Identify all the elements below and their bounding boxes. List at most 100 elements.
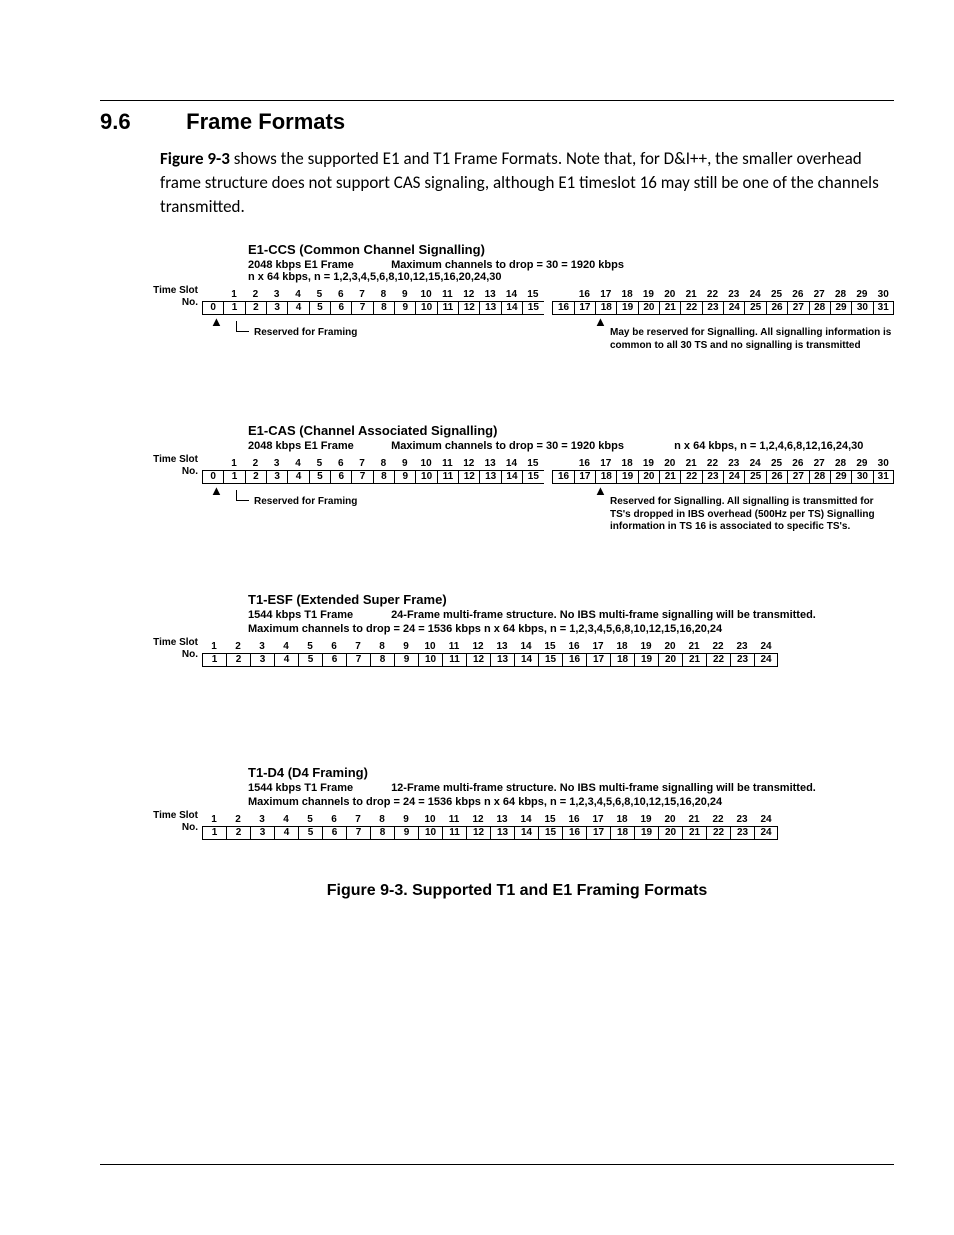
timeslot-box-number: 16 — [562, 826, 586, 840]
t1-d4-subline1: 1544 kbps T1 Frame 12-Frame multi-frame … — [248, 782, 894, 794]
e1-cas-block: E1-CAS (Channel Associated Signalling) 2… — [140, 423, 894, 550]
timeslot-box-number: 10 — [415, 470, 436, 484]
timeslot-box-number: 16 — [562, 653, 586, 667]
timeslot-box-number: 7 — [351, 301, 372, 315]
timeslot-top-number: 4 — [287, 289, 308, 301]
timeslot-top-number: 11 — [442, 641, 466, 653]
timeslot-cell: 0 — [202, 458, 223, 484]
e1-ccs-nvals: n x 64 kbps, n = 1,2,3,4,5,6,8,10,12,15,… — [248, 271, 501, 283]
timeslot-top-number: 24 — [744, 458, 765, 470]
timeslot-box-number: 21 — [659, 301, 680, 315]
t1-d4-block: T1-D4 (D4 Framing) 1544 kbps T1 Frame 12… — [140, 765, 894, 840]
timeslot-box-number: 16 — [552, 301, 573, 315]
axis-label: Time Slot No. — [140, 810, 198, 833]
timeslot-cell: 2829 — [830, 289, 851, 315]
timeslot-top-number: 5 — [309, 458, 330, 470]
timeslot-box-number: 6 — [322, 653, 346, 667]
timeslot-top-number: 16 — [562, 641, 586, 653]
timeslot-top-number: 1 — [202, 641, 226, 653]
timeslot-top-number: 26 — [787, 289, 808, 301]
timeslot-box-number: 3 — [266, 301, 287, 315]
timeslot-top-number: 27 — [809, 458, 830, 470]
timeslot-box-number: 18 — [610, 826, 634, 840]
timeslot-box-number: 3 — [250, 826, 274, 840]
timeslot-top-number: 5 — [309, 289, 330, 301]
timeslot-cell: 2526 — [766, 289, 787, 315]
timeslot-box-number: 13 — [479, 301, 500, 315]
timeslot-cell: 44 — [287, 458, 308, 484]
timeslot-box-number: 28 — [809, 301, 830, 315]
timeslot-cell: 1515 — [522, 289, 543, 315]
elbow-line — [236, 321, 249, 332]
timeslot-cell: 2223 — [702, 458, 723, 484]
timeslot-cell: 55 — [298, 814, 322, 840]
timeslot-top-number: 8 — [370, 641, 394, 653]
timeslot-cell: 66 — [330, 458, 351, 484]
slot-gap — [544, 460, 553, 484]
timeslot-cell: 99 — [394, 641, 418, 667]
timeslot-cell: 22 — [226, 814, 250, 840]
timeslot-box-number: 13 — [490, 826, 514, 840]
timeslot-cell: 2021 — [659, 289, 680, 315]
timeslot-top-number: 7 — [351, 289, 372, 301]
e1-ccs-block: E1-CCS (Common Channel Signalling) 2048 … — [140, 242, 894, 381]
timeslot-cell: 11 — [202, 814, 226, 840]
timeslot-cell: 22 — [245, 458, 266, 484]
timeslot-top-number: 22 — [706, 641, 730, 653]
timeslot-cell: 2627 — [787, 458, 808, 484]
timeslot-box-number: 20 — [638, 301, 659, 315]
timeslot-box-number: 6 — [330, 470, 351, 484]
timeslot-cell: 11 — [223, 458, 244, 484]
timeslot-box-number: 24 — [754, 826, 778, 840]
timeslot-cell: 1919 — [634, 641, 658, 667]
timeslot-top-number: 10 — [415, 458, 436, 470]
timeslot-top-number: 15 — [538, 641, 562, 653]
timeslot-box-number: 1 — [202, 826, 226, 840]
timeslot-box-number: 20 — [638, 470, 659, 484]
timeslot-top-number: 20 — [658, 641, 682, 653]
timeslot-cell: 2122 — [680, 458, 701, 484]
timeslot-box-number: 21 — [659, 470, 680, 484]
timeslot-top-number: 17 — [586, 641, 610, 653]
timeslot-cell: 1616 — [562, 641, 586, 667]
timeslot-top-number: 23 — [730, 641, 754, 653]
timeslot-top-number: 25 — [766, 289, 787, 301]
timeslot-cell: 88 — [373, 289, 394, 315]
axis-label: Time Slot No. — [140, 637, 198, 660]
timeslot-cell: 2829 — [830, 458, 851, 484]
timeslot-top-number: 8 — [370, 814, 394, 826]
timeslot-top-number: 16 — [574, 458, 595, 470]
timeslot-top-number: 20 — [659, 458, 680, 470]
timeslot-box-number: 18 — [595, 470, 616, 484]
timeslot-cell: 1818 — [610, 641, 634, 667]
timeslot-top-number: 15 — [522, 289, 543, 301]
timeslot-top-number: 19 — [634, 641, 658, 653]
intro-paragraph: Figure 9-3 shows the supported E1 and T1… — [160, 147, 894, 218]
t1-d4-rate: 1544 kbps T1 Frame — [248, 782, 388, 794]
timeslot-top-number: 3 — [266, 458, 287, 470]
timeslot-box-number: 19 — [616, 470, 637, 484]
timeslot-box-number: 15 — [538, 826, 562, 840]
timeslot-top-number — [552, 458, 573, 470]
timeslot-top-number: 23 — [723, 458, 744, 470]
timeslot-box-number: 8 — [373, 470, 394, 484]
timeslot-top-number: 13 — [479, 289, 500, 301]
timeslot-cell: 2324 — [723, 458, 744, 484]
t1-esf-rate: 1544 kbps T1 Frame — [248, 609, 388, 621]
timeslot-box-number: 3 — [250, 653, 274, 667]
timeslot-top-number — [202, 289, 223, 301]
timeslot-top-number: 24 — [744, 289, 765, 301]
timeslot-box-number: 9 — [394, 653, 418, 667]
timeslot-top-number: 3 — [250, 641, 274, 653]
timeslot-cell: 1212 — [466, 641, 490, 667]
timeslot-cell: 22 — [245, 289, 266, 315]
timeslot-top-number: 6 — [322, 641, 346, 653]
timeslot-top-number: 8 — [373, 458, 394, 470]
timeslot-cell: 1515 — [538, 814, 562, 840]
timeslot-box-number: 19 — [634, 653, 658, 667]
timeslot-box-number: 22 — [706, 826, 730, 840]
timeslot-top-number: 12 — [458, 289, 479, 301]
timeslot-top-number: 2 — [245, 458, 266, 470]
timeslot-cell: 2223 — [702, 289, 723, 315]
timeslot-box-number: 4 — [274, 826, 298, 840]
